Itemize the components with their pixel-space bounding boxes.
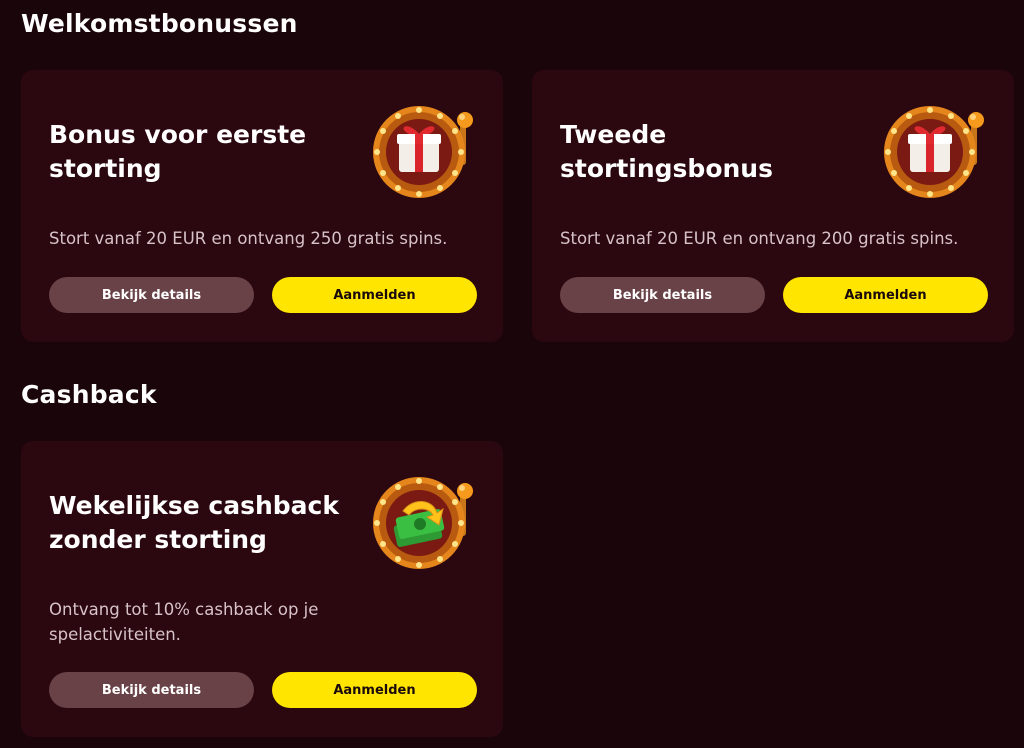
section-title-welcome: Welkomstbonussen	[21, 9, 298, 38]
slot-machine-gift-icon	[367, 104, 479, 216]
card-title: Bonus voor eerste storting	[49, 120, 307, 183]
bonus-card-first-deposit: Bonus voor eerste storting Stort vanaf 2…	[21, 70, 503, 342]
section-title-cashback: Cashback	[21, 380, 157, 409]
view-details-button[interactable]: Bekijk details	[560, 277, 765, 313]
card-description: Stort vanaf 20 EUR en ontvang 250 gratis…	[49, 229, 448, 248]
slot-machine-cashback-icon	[367, 475, 479, 587]
signup-button[interactable]: Aanmelden	[272, 672, 477, 708]
cashback-card-weekly: Wekelijkse cashback zonder storting Ontv…	[21, 441, 503, 737]
card-title: Tweede stortingsbonus	[560, 120, 773, 183]
signup-button[interactable]: Aanmelden	[272, 277, 477, 313]
slot-machine-gift-icon	[878, 104, 990, 216]
card-description: Ontvang tot 10% cashback op je spelactiv…	[49, 600, 319, 644]
signup-button[interactable]: Aanmelden	[783, 277, 988, 313]
card-description: Stort vanaf 20 EUR en ontvang 200 gratis…	[560, 229, 959, 248]
card-title: Wekelijkse cashback zonder storting	[49, 491, 340, 554]
view-details-button[interactable]: Bekijk details	[49, 277, 254, 313]
view-details-button[interactable]: Bekijk details	[49, 672, 254, 708]
bonus-card-second-deposit: Tweede stortingsbonus Stort vanaf 20 EUR…	[532, 70, 1014, 342]
